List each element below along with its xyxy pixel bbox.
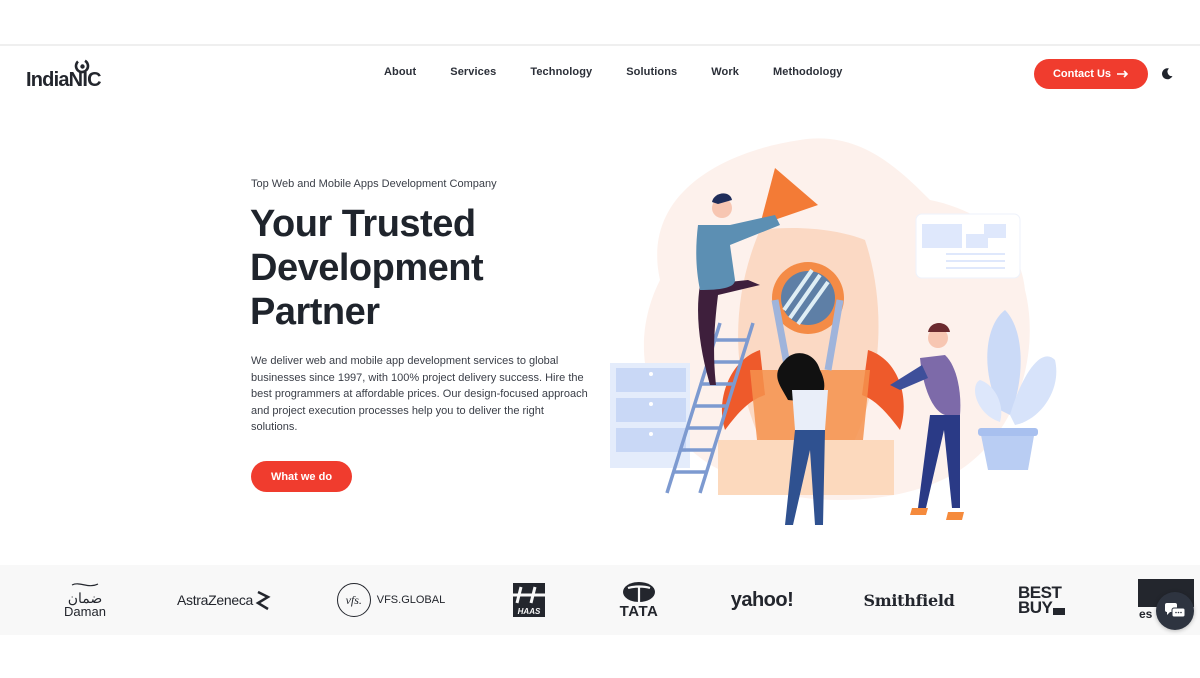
yahoo-name: yahoo! [730,588,794,611]
nav-work[interactable]: Work [711,66,739,78]
tata-name: TATA [619,602,659,620]
client-logo-smithfield: Smithfield [858,565,960,635]
moon-icon[interactable] [1160,67,1174,81]
indianic-logo[interactable]: IndiaNIC [26,58,106,92]
smithfield-name: Smithfield [863,590,955,610]
chat-widget-button[interactable] [1156,592,1194,630]
bestbuy-tag-icon [1053,608,1066,615]
astrazeneca-mark-icon [255,590,271,611]
astrazeneca-name: AstraZeneca [176,592,254,608]
nav-solutions[interactable]: Solutions [626,66,677,78]
tata-mark-icon [623,581,655,602]
chat-bubbles-icon [1165,603,1186,618]
hero-title: Your Trusted Development Partner [250,202,590,334]
client-logo-yahoo: yahoo! [722,565,802,635]
header-divider [0,44,1200,46]
daman-arabic: ضمان [67,590,103,606]
client-logo-astrazeneca: AstraZeneca [172,565,276,635]
bestbuy-line2: BUY [1018,598,1053,617]
hero-description: We deliver web and mobile app developmen… [251,355,588,433]
ui-card-icon [915,213,1021,279]
team-building-rocket-illustration [610,138,1057,525]
what-we-do-button[interactable]: What we do [251,461,352,492]
client-logo-tata: TATA [612,565,666,635]
haas-logo-icon: HAAS [511,583,547,617]
hero-eyebrow: Top Web and Mobile Apps Development Comp… [251,178,497,190]
hero-title-line: Development [250,247,484,289]
main-nav: About Services Technology Solutions Work… [384,66,843,78]
es-name: es [1139,607,1153,621]
hero-title-line: Partner [250,291,380,333]
bestbuy-line2-wrap: BUY [1018,598,1066,617]
contact-us-label: Contact Us [1052,68,1112,80]
nav-methodology[interactable]: Methodology [773,66,843,78]
client-logo-haas: HAAS [505,565,553,635]
daman-name: Daman [64,604,106,619]
vfs-circle-mark: vfs. [336,583,371,617]
svg-text:HAAS: HAAS [518,607,541,616]
contact-us-button[interactable]: Contact Us [1034,59,1148,89]
nav-services[interactable]: Services [450,66,496,78]
nav-technology[interactable]: Technology [530,66,592,78]
arrow-right-icon [1117,70,1129,78]
client-logos-strip: ضمان Daman AstraZeneca vfs. VFS.GLOBAL H… [0,565,1200,635]
hero-title-line: Your Trusted [250,203,476,245]
vfs-name: VFS.GLOBAL [376,594,446,606]
client-logo-vfs-global: vfs. VFS.GLOBAL [335,565,447,635]
client-logo-daman: ضمان Daman [55,565,115,635]
client-logo-best-buy: BEST BUY [1018,565,1078,635]
nav-about[interactable]: About [384,66,416,78]
logo-text: IndiaNIC [26,69,102,91]
